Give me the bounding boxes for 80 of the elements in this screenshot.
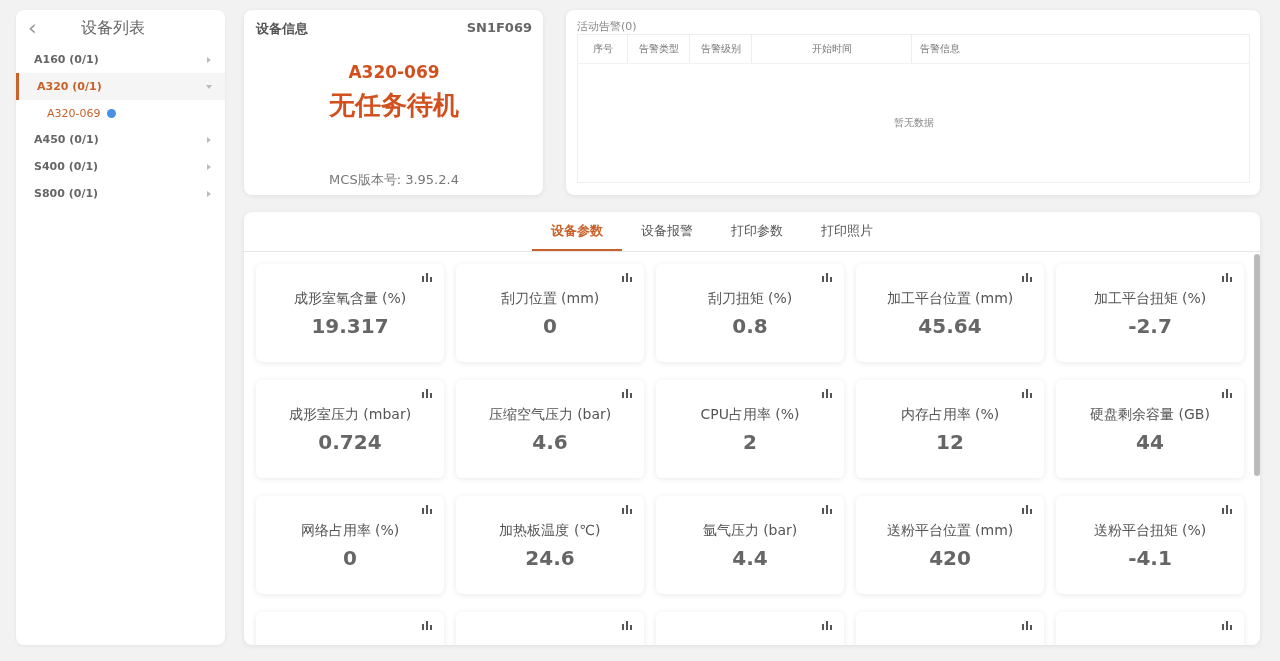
bar-chart-icon[interactable] [1222, 389, 1232, 398]
device-group-item[interactable]: A160 (0/1) [16, 46, 225, 73]
caret-icon [205, 189, 213, 198]
bar-chart-icon[interactable] [622, 505, 632, 514]
parameter-label: CPU占用率 (%) [700, 406, 800, 424]
bar-chart-icon[interactable] [822, 505, 832, 514]
parameter-value: 44 [1136, 430, 1164, 454]
caret-icon [205, 82, 213, 91]
parameter-label: 氩气压力 (bar) [702, 522, 798, 540]
scrollbar[interactable] [1254, 254, 1260, 476]
column-header: 告警信息 [919, 42, 961, 56]
parameter-value: 420 [929, 546, 971, 570]
serial-number: SN1F069 [466, 20, 532, 37]
parameter-value: 24.6 [525, 546, 575, 570]
parameter-value: 2 [743, 430, 757, 454]
parameter-value: 4.4 [732, 546, 768, 570]
tab[interactable]: 设备报警 [622, 212, 712, 251]
parameter-label: 成形室压力 (mbar) [288, 406, 412, 424]
column-header: 开始时间 [752, 35, 912, 63]
column-header: 序号 [578, 35, 628, 63]
device-group-item[interactable]: A450 (0/1) [16, 126, 225, 153]
bar-chart-icon[interactable] [1022, 505, 1032, 514]
column-header: 告警级别 [690, 35, 752, 63]
parameter-label: 压缩空气压力 (bar) [488, 406, 612, 424]
parameter-label: 网络占用率 (%) [300, 522, 400, 540]
parameter-value: 19.317 [311, 314, 389, 338]
bar-chart-icon[interactable] [822, 621, 832, 630]
card-title: 设备信息 [256, 20, 308, 38]
caret-icon [205, 162, 213, 171]
parameter-label: 送粉平台扭矩 (%) [1093, 522, 1207, 540]
column-header: 告警类型 [628, 35, 690, 63]
tab[interactable]: 打印照片 [802, 212, 892, 251]
bar-chart-icon[interactable] [1222, 505, 1232, 514]
parameter-label: 送粉平台位置 (mm) [886, 522, 1014, 540]
parameter-value: 0.724 [318, 430, 382, 454]
bar-chart-icon[interactable] [1022, 389, 1032, 398]
bar-chart-icon[interactable] [1222, 273, 1232, 282]
parameter-value: -2.7 [1128, 314, 1172, 338]
bar-chart-icon[interactable] [1222, 621, 1232, 630]
version-text: MCS版本号: 3.95.2.4 [329, 171, 459, 189]
bar-chart-icon[interactable] [1022, 273, 1032, 282]
parameter-value: 0 [543, 314, 557, 338]
device-item[interactable]: A320-069 [47, 106, 101, 120]
device-name: A320-069 [348, 62, 440, 82]
parameter-value: 12 [936, 430, 964, 454]
parameter-value: 0.8 [732, 314, 768, 338]
caret-icon [205, 55, 213, 64]
parameter-label: 刮刀位置 (mm) [500, 290, 600, 308]
bar-chart-icon[interactable] [622, 621, 632, 630]
tab[interactable]: 打印参数 [712, 212, 802, 251]
parameter-value: 0 [343, 546, 357, 570]
parameter-value: 4.6 [532, 430, 568, 454]
bar-chart-icon[interactable] [422, 505, 432, 514]
back-icon[interactable]: ‹ [28, 17, 37, 39]
tab[interactable]: 设备参数 [532, 212, 622, 251]
caret-icon [205, 135, 213, 144]
parameter-label: 成形室氧含量 (%) [293, 290, 407, 308]
parameter-value: -4.1 [1128, 546, 1172, 570]
sidebar-title: 设备列表 [80, 17, 145, 39]
parameter-value: 45.64 [918, 314, 982, 338]
device-group-item[interactable]: S800 (0/1) [16, 180, 225, 207]
device-status: 无任务待机 [329, 89, 459, 122]
parameter-label: 加热板温度 (℃) [499, 522, 601, 540]
bar-chart-icon[interactable] [422, 621, 432, 630]
parameter-label: 加工平台位置 (mm) [886, 290, 1014, 308]
empty-text: 暂无数据 [893, 116, 934, 130]
parameter-label: 内存占用率 (%) [900, 406, 1000, 424]
bar-chart-icon[interactable] [1022, 621, 1032, 630]
bar-chart-icon[interactable] [622, 273, 632, 282]
parameter-label: 加工平台扭矩 (%) [1093, 290, 1207, 308]
bar-chart-icon[interactable] [822, 389, 832, 398]
card-title: 活动告警(0) [577, 19, 638, 34]
bar-chart-icon[interactable] [422, 389, 432, 398]
device-group-item[interactable]: A320 (0/1) [16, 73, 225, 100]
bar-chart-icon[interactable] [822, 273, 832, 282]
bar-chart-icon[interactable] [422, 273, 432, 282]
device-group-item[interactable]: S400 (0/1) [16, 153, 225, 180]
parameter-label: 硬盘剩余容量 (GB) [1090, 406, 1210, 424]
parameter-label: 刮刀扭矩 (%) [707, 290, 793, 308]
bar-chart-icon[interactable] [622, 389, 632, 398]
